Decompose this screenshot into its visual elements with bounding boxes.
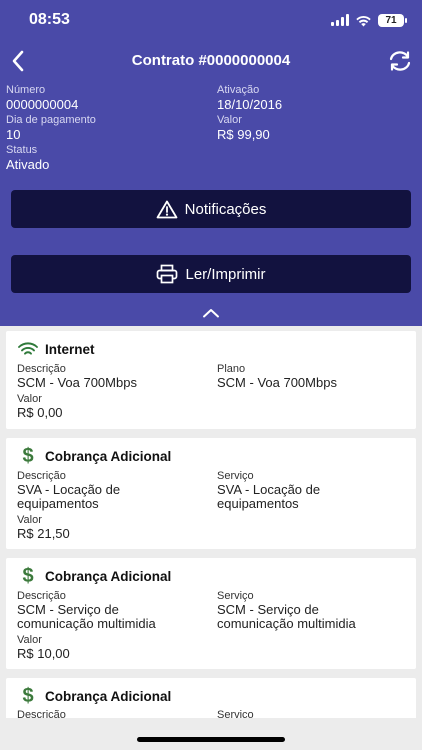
wifi-status-icon [356, 15, 371, 26]
servico-field: Serviço SVA - Locação de equipamentos [217, 470, 412, 511]
valor-field: Valor R$ 0,00 [17, 393, 212, 420]
descricao-field: Descrição SVA - Locação de equipamentos [17, 470, 212, 511]
dia-pagamento-value: 10 [6, 127, 21, 142]
cobranca-adicional-card[interactable]: $ Cobrança Adicional Descrição SVA - Loc… [6, 438, 416, 549]
status-bar: 08:53 71 [0, 0, 422, 40]
descricao-field: Descrição SCM - Serviço de comunicação m… [17, 590, 212, 631]
ativacao-field: Ativação 18/10/2016 [217, 84, 282, 112]
descricao-field: Descrição SCM - Voa 700Mbps [17, 363, 212, 390]
dollar-icon: $ [22, 565, 34, 587]
ativacao-value: 18/10/2016 [217, 97, 283, 112]
descricao-value-line1: SVA - Locação de [17, 482, 121, 497]
descricao-value: SCM - Voa 700Mbps [17, 375, 137, 390]
card-title: $ Cobrança Adicional [17, 565, 172, 587]
plano-value: SCM - Voa 700Mbps [217, 375, 337, 390]
home-indicator[interactable] [137, 737, 285, 742]
cellular-signal-icon [331, 14, 349, 26]
chevron-up-icon [203, 309, 219, 318]
status-label: Status [6, 144, 38, 156]
card-title-label: Internet [45, 341, 95, 357]
dollar-icon: $ [22, 685, 34, 707]
card-title-label: Cobrança Adicional [45, 688, 172, 704]
ativacao-label: Ativação [217, 84, 260, 96]
valor-label: Valor [217, 114, 242, 126]
internet-card[interactable]: Internet Descrição SCM - Voa 700Mbps Pla… [6, 331, 416, 429]
plano-field: Plano SCM - Voa 700Mbps [217, 363, 412, 390]
notificacoes-button[interactable]: Notificações [11, 190, 411, 228]
card-title: Internet [17, 340, 95, 358]
wifi-icon [17, 340, 39, 358]
valor-field: Valor R$ 21,50 [17, 514, 212, 541]
servico-value-line1: SCM - Serviço de [217, 602, 319, 617]
cobranca-adicional-card[interactable]: $ Cobrança Adicional Descrição SCM - Ser… [6, 558, 416, 669]
valor-value: R$ 99,90 [217, 127, 270, 142]
printer-icon [157, 264, 178, 284]
descricao-value-line1: SCM - Serviço de [17, 602, 119, 617]
contract-header: 08:53 71 Contrato #0000000004 Número 000… [0, 0, 422, 326]
refresh-button[interactable] [386, 48, 414, 74]
status-icons: 71 [331, 12, 407, 28]
warning-icon [156, 200, 178, 218]
bottom-safe-area [0, 718, 422, 750]
valor-field: Valor R$ 99,90 [217, 114, 270, 142]
notificacoes-label: Notificações [184, 200, 267, 218]
numero-value: 0000000004 [6, 97, 79, 112]
descricao-value-line2: comunicação multimidia [17, 616, 156, 631]
status-field: Status Ativado [6, 144, 49, 172]
dollar-icon: $ [22, 445, 34, 467]
ler-imprimir-label: Ler/Imprimir [185, 265, 266, 283]
card-title: $ Cobrança Adicional [17, 445, 172, 467]
status-time: 08:53 [29, 11, 70, 28]
ler-imprimir-button[interactable]: Ler/Imprimir [11, 255, 411, 293]
valor-value: R$ 0,00 [17, 405, 63, 420]
numero-field: Número 0000000004 [6, 84, 78, 112]
servico-field: Serviço SCM - Serviço de comunicação mul… [217, 590, 412, 631]
card-title-label: Cobrança Adicional [45, 568, 172, 584]
numero-label: Número [6, 84, 46, 96]
valor-value: R$ 10,00 [17, 646, 70, 661]
servico-value-line2: equipamentos [217, 496, 299, 511]
card-title-label: Cobrança Adicional [45, 448, 172, 464]
page-title: Contrato #0000000004 [131, 52, 291, 69]
servico-value-line1: SVA - Locação de [217, 482, 321, 497]
collapse-button[interactable] [199, 305, 223, 321]
battery-icon: 71 [378, 13, 407, 27]
servico-value-line2: comunicação multimidia [217, 616, 356, 631]
status-value: Ativado [6, 157, 50, 172]
refresh-icon [389, 51, 411, 71]
valor-value: R$ 21,50 [17, 526, 70, 541]
dia-pagamento-label: Dia de pagamento [6, 114, 96, 126]
descricao-value-line2: equipamentos [17, 496, 99, 511]
valor-field: Valor R$ 10,00 [17, 634, 212, 661]
dia-pagamento-field: Dia de pagamento 10 [6, 114, 96, 142]
card-title: $ Cobrança Adicional [17, 685, 172, 707]
